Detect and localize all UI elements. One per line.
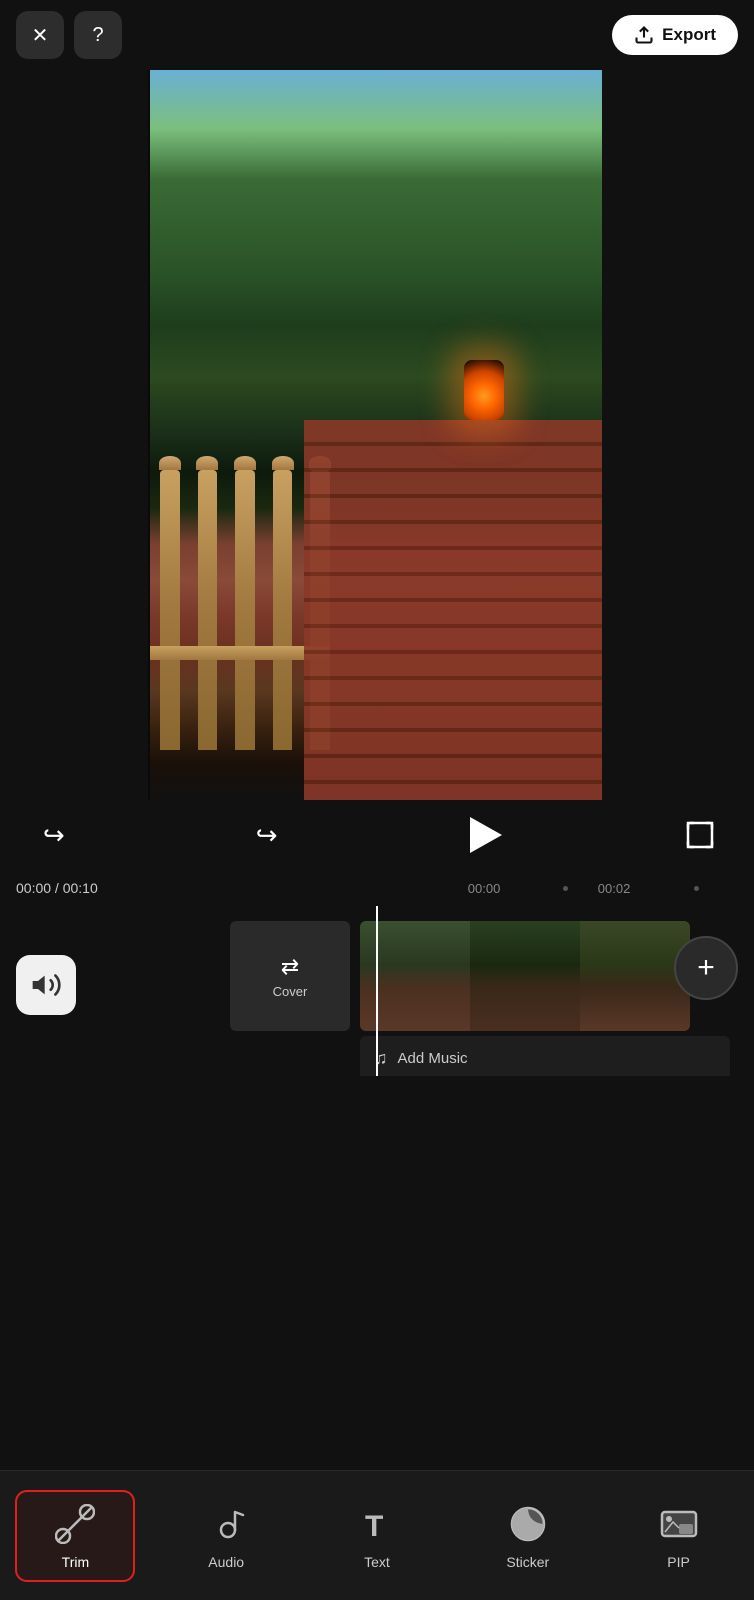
- lantern-glow: [464, 360, 504, 420]
- help-button[interactable]: ?: [74, 11, 122, 59]
- time-marker-1: 00:00: [468, 881, 501, 896]
- cover-swap-icon: ⇄: [281, 954, 299, 980]
- sticker-label: Sticker: [506, 1554, 549, 1570]
- volume-icon: [30, 969, 62, 1001]
- time-display: 00:00 / 00:10: [16, 880, 98, 896]
- cover-label: Cover: [273, 984, 308, 999]
- audio-volume-button[interactable]: [16, 955, 76, 1015]
- add-clip-icon: +: [697, 951, 715, 985]
- redo-button[interactable]: ↪: [245, 813, 289, 857]
- play-icon: [470, 817, 502, 853]
- fence-post: [160, 470, 180, 750]
- pip-label: PIP: [667, 1554, 690, 1570]
- play-button[interactable]: [457, 809, 509, 861]
- add-music-button[interactable]: ♫ Add Music: [360, 1036, 730, 1076]
- bottom-toolbar: Trim Audio T Text Sticker: [0, 1470, 754, 1600]
- undo-icon: ↩: [43, 820, 65, 851]
- timeline-area: ⇄ Cover + ♫ Add Music: [0, 906, 754, 1076]
- export-button[interactable]: Export: [612, 15, 738, 55]
- tool-text[interactable]: T Text: [317, 1492, 437, 1580]
- time-bar: 00:00 / 00:10 00:00 00:02: [0, 870, 754, 906]
- video-strip[interactable]: [360, 921, 690, 1031]
- cover-clip-button[interactable]: ⇄ Cover: [230, 921, 350, 1031]
- close-button[interactable]: ✕: [16, 11, 64, 59]
- add-clip-button[interactable]: +: [674, 936, 738, 1000]
- fence-posts: [150, 470, 330, 750]
- trim-icon: [53, 1502, 97, 1546]
- brick-wall: [304, 420, 604, 800]
- playhead: [376, 906, 378, 1076]
- fullscreen-corners-icon: [684, 819, 716, 851]
- redo-icon: ↪: [256, 820, 278, 851]
- text-icon: T: [355, 1502, 399, 1546]
- time-dot-2: [694, 886, 699, 891]
- strip-frame-3: [580, 921, 690, 1031]
- text-label: Text: [364, 1554, 390, 1570]
- fence-post: [273, 470, 293, 750]
- tool-pip[interactable]: PIP: [619, 1492, 739, 1580]
- audio-label: Audio: [208, 1554, 244, 1570]
- side-panel-right: [602, 70, 754, 800]
- upload-icon: [634, 25, 654, 45]
- fullscreen-button[interactable]: [678, 813, 722, 857]
- export-label: Export: [662, 25, 716, 45]
- controls-bar: ↩ ↪: [0, 800, 754, 870]
- tool-audio[interactable]: Audio: [166, 1492, 286, 1580]
- help-icon: ?: [92, 24, 103, 47]
- time-marker-2: 00:02: [598, 881, 631, 896]
- tool-sticker[interactable]: Sticker: [468, 1492, 588, 1580]
- sticker-icon: [506, 1502, 550, 1546]
- fence-post: [235, 470, 255, 750]
- add-music-label: Add Music: [398, 1050, 468, 1067]
- pip-icon: [657, 1502, 701, 1546]
- lantern: [464, 360, 504, 420]
- audio-icon: [204, 1502, 248, 1546]
- time-dot-1: [563, 886, 568, 891]
- strip-frame-2: [470, 921, 580, 1031]
- fence-post: [198, 470, 218, 750]
- trim-label: Trim: [62, 1554, 89, 1570]
- svg-text:T: T: [365, 1510, 383, 1543]
- video-frame: [150, 70, 604, 800]
- video-preview: [0, 70, 754, 800]
- tool-trim[interactable]: Trim: [15, 1490, 135, 1582]
- header: ✕ ? Export: [0, 0, 754, 70]
- side-panel-left: [0, 70, 148, 800]
- close-icon: ✕: [32, 23, 49, 48]
- header-left: ✕ ?: [16, 11, 122, 59]
- time-markers: 00:00 00:02: [98, 870, 738, 906]
- fence-rail: [150, 646, 330, 660]
- undo-button[interactable]: ↩: [32, 813, 76, 857]
